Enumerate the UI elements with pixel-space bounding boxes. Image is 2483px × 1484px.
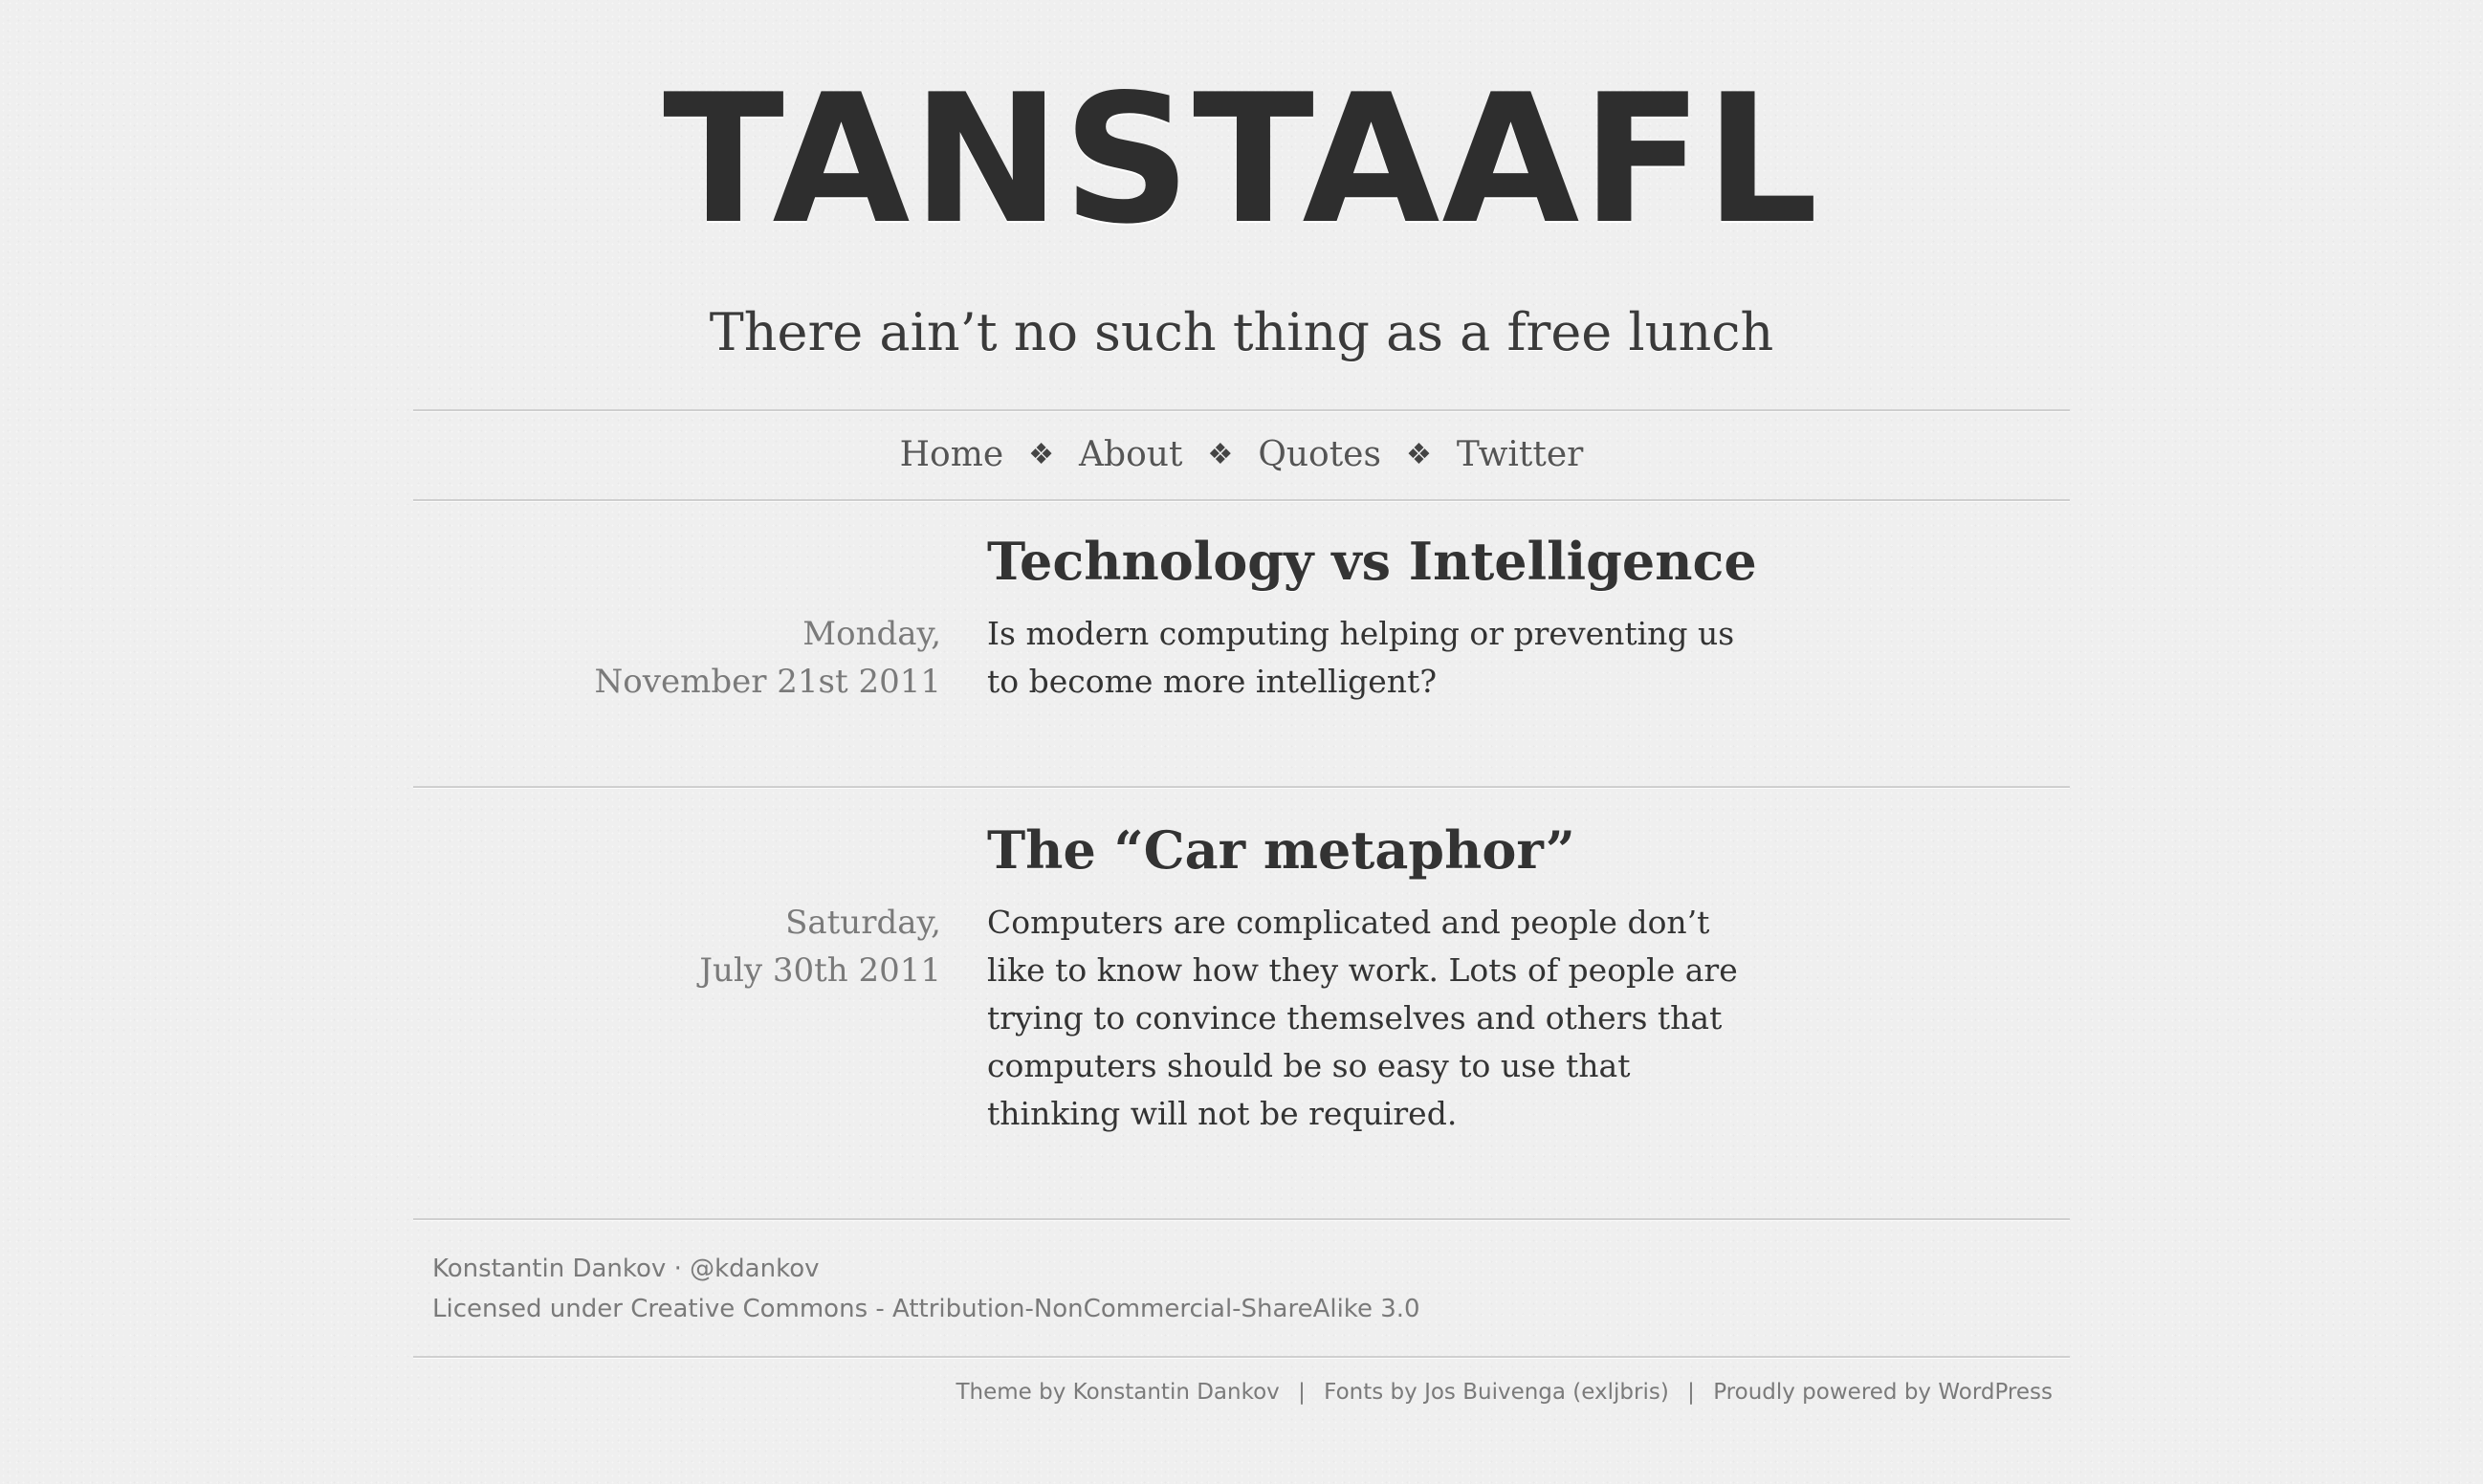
site-tagline: There ain’t no such thing as a free lunc… (709, 302, 1774, 362)
post-date-full: November 21st 2011 (594, 663, 941, 701)
nav-item-home[interactable]: Home (900, 435, 1004, 474)
diamond-separator-icon: ❖ (1028, 437, 1055, 471)
post-title-link[interactable]: Technology vs Intelligence (987, 528, 1757, 595)
post-date-weekday: Saturday, (785, 904, 941, 942)
nav-item-quotes[interactable]: Quotes (1258, 435, 1381, 474)
site-title[interactable]: TANSTAAFL (0, 59, 2483, 260)
footer-top-divider (413, 1218, 2070, 1221)
main-navigation: Home ❖ About ❖ Quotes ❖ Twitter (413, 409, 2070, 499)
nav-item-twitter[interactable]: Twitter (1457, 435, 1584, 474)
nav-item-about[interactable]: About (1079, 435, 1182, 474)
credits-separator: | (1687, 1380, 1695, 1405)
diamond-separator-icon: ❖ (1207, 437, 1234, 471)
diamond-separator-icon: ❖ (1405, 437, 1432, 471)
footer-author: Konstantin Dankov (432, 1255, 667, 1283)
footer-dot: · (673, 1255, 682, 1283)
theme-credit-link[interactable]: Theme by Konstantin Dankov (956, 1380, 1280, 1405)
footer-license: Licensed under Creative Commons - Attrib… (432, 1289, 1420, 1329)
footer-info: Konstantin Dankov · @kdankov Licensed un… (432, 1249, 1420, 1329)
post-divider (413, 786, 2070, 789)
footer-author-line: Konstantin Dankov · @kdankov (432, 1249, 1420, 1289)
credits-separator: | (1298, 1380, 1306, 1405)
fonts-credit-link[interactable]: Fonts by Jos Buivenga (exljbris) (1324, 1380, 1669, 1405)
license-link[interactable]: Licensed under Creative Commons - Attrib… (432, 1295, 1420, 1323)
post-date-full: July 30th 2011 (699, 951, 941, 990)
post-entry: Technology vs Intelligence Monday, Novem… (413, 528, 2070, 776)
post-entry: The “Car metaphor” Saturday, July 30th 2… (413, 817, 2070, 1199)
post-excerpt: Is modern computing helping or preventin… (987, 615, 1735, 700)
post-title-link[interactable]: The “Car metaphor” (987, 817, 1575, 884)
post-excerpt: Computers are complicated and people don… (987, 904, 1738, 1132)
footer-bottom-divider (413, 1356, 2070, 1359)
post-date-weekday: Monday, (802, 615, 941, 653)
wordpress-credit-link[interactable]: Proudly powered by WordPress (1713, 1380, 2053, 1405)
post-date: Monday, November 21st 2011 (595, 610, 941, 706)
footer-twitter-link[interactable]: @kdankov (690, 1255, 819, 1283)
nav-bottom-divider (413, 499, 2070, 502)
post-date: Saturday, July 30th 2011 (699, 899, 941, 994)
footer-credits: Theme by Konstantin Dankov | Fonts by Jo… (956, 1375, 2054, 1409)
